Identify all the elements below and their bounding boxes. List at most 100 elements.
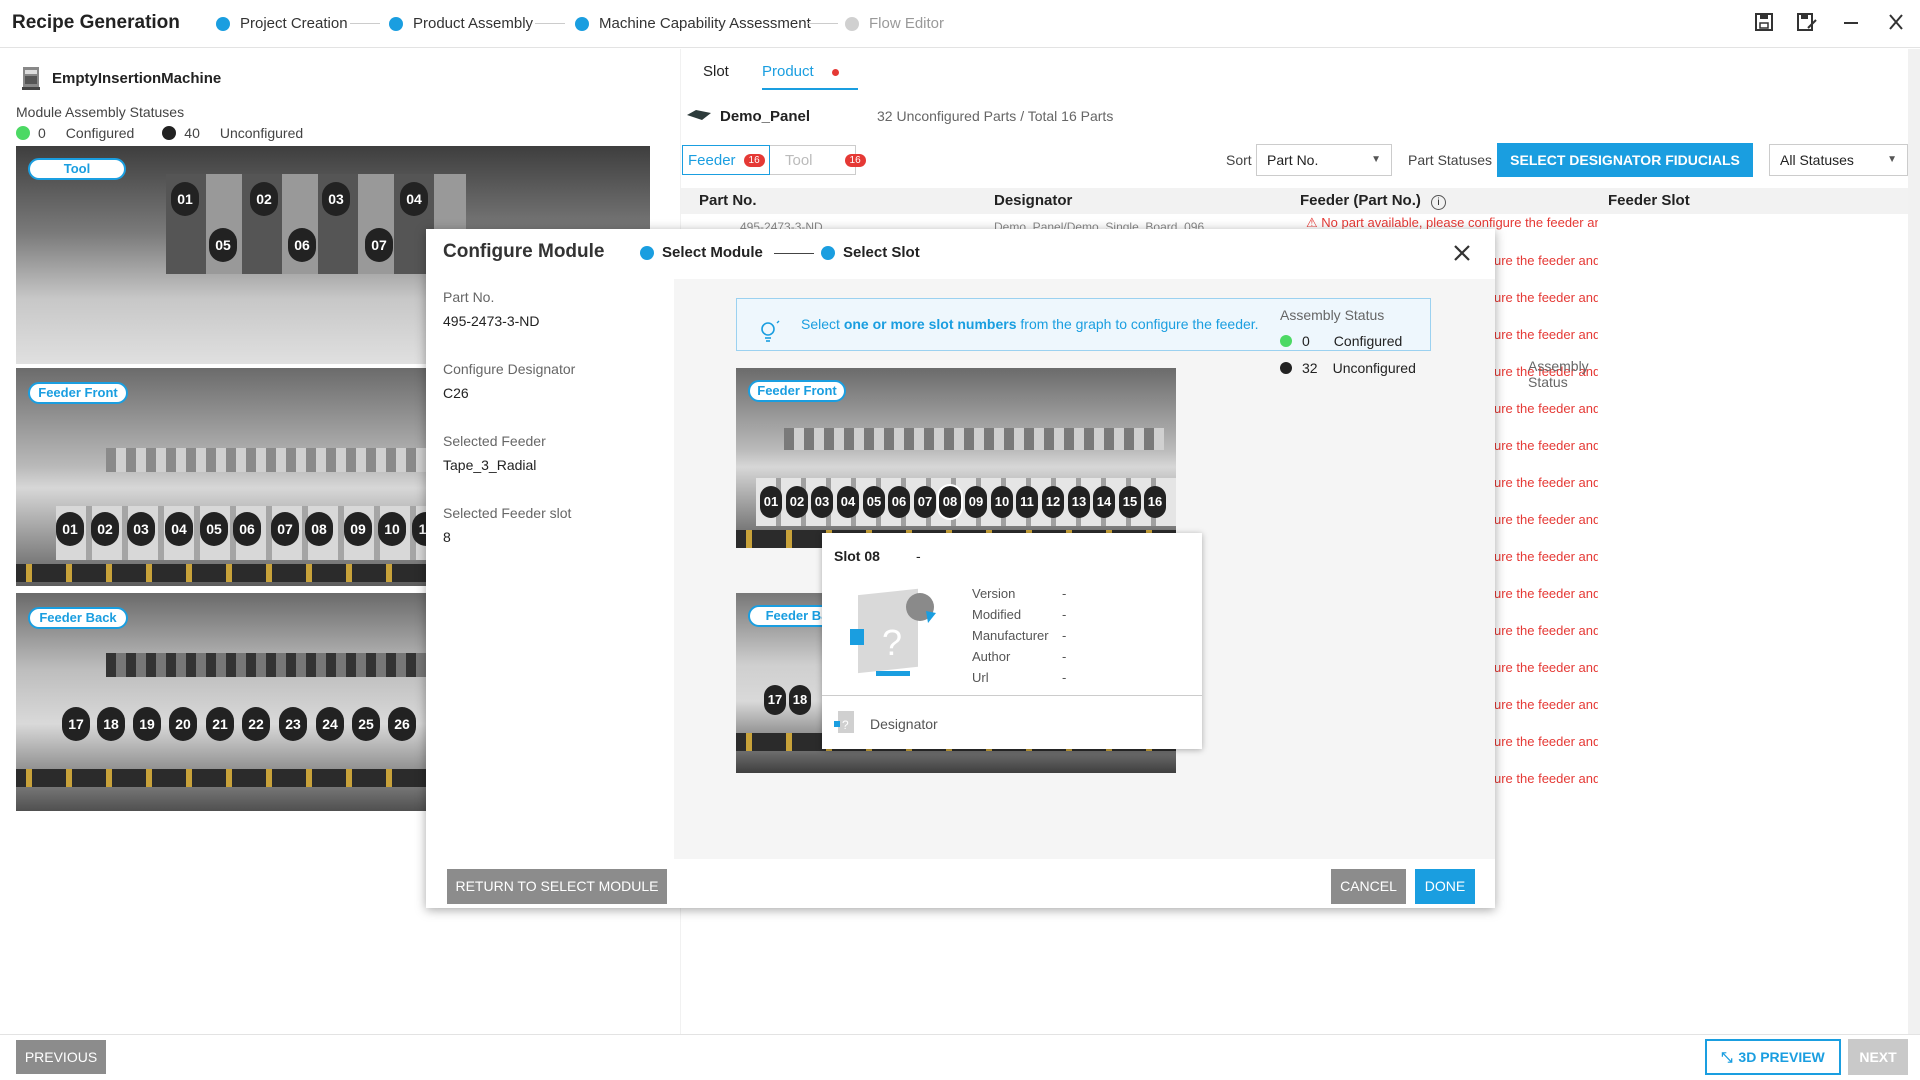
- dialog-front-slot-label[interactable]: 07: [914, 486, 936, 518]
- configured-dot-icon: [16, 126, 30, 140]
- tool-slot-label[interactable]: 06: [288, 228, 316, 262]
- dialog-front-slot-label[interactable]: 10: [991, 486, 1013, 518]
- front-slot-label[interactable]: 01: [56, 512, 84, 546]
- field-value: 495-2473-3-ND: [443, 313, 540, 329]
- save-icon[interactable]: [1752, 12, 1776, 36]
- dialog-front-slot-label[interactable]: 02: [786, 486, 808, 518]
- back-slot-label[interactable]: 26: [388, 707, 416, 741]
- dialog-title: Configure Module: [443, 241, 605, 262]
- return-to-select-module-button[interactable]: RETURN TO SELECT MODULE: [447, 869, 667, 904]
- tool-slot-label[interactable]: 05: [209, 228, 237, 262]
- configured-legend: 0 Configured: [1280, 333, 1402, 349]
- front-slot-label[interactable]: 03: [127, 512, 155, 546]
- dialog-front-slot-label[interactable]: 16: [1144, 486, 1166, 518]
- table-header: [681, 188, 1908, 214]
- dialog-front-slot-label[interactable]: 03: [811, 486, 833, 518]
- next-button[interactable]: NEXT: [1848, 1039, 1908, 1075]
- step-dot-icon: [389, 16, 403, 31]
- cancel-button[interactable]: CANCEL: [1331, 869, 1406, 904]
- tool-slot-label[interactable]: 04: [400, 182, 428, 216]
- front-slot-label[interactable]: 05: [200, 512, 228, 546]
- dialog-back-slot-label[interactable]: 18: [789, 685, 811, 715]
- dialog-feeder-front-image[interactable]: Feeder Front 01 02 03 04 05 06 07 08 09 10 11 12 13 1…: [736, 368, 1176, 548]
- subtab-feeder[interactable]: Feeder 16: [682, 145, 770, 175]
- front-slot-label[interactable]: 06: [233, 512, 261, 546]
- designator-icon: ?: [832, 709, 858, 737]
- front-slot-label[interactable]: 09: [344, 512, 372, 546]
- dialog-step-select-module[interactable]: Select Module: [640, 244, 763, 261]
- dialog-front-slot-label[interactable]: 09: [965, 486, 987, 518]
- dialog-front-slot-label[interactable]: 08: [937, 484, 963, 520]
- front-slot-label[interactable]: 02: [91, 512, 119, 546]
- dialog-front-slot-label[interactable]: 13: [1068, 486, 1090, 518]
- dialog-close-icon[interactable]: [1450, 241, 1474, 265]
- feeder-rail: [784, 428, 1164, 450]
- previous-button[interactable]: PREVIOUS: [16, 1040, 106, 1074]
- row-error: ure the feeder and: [1494, 327, 1598, 342]
- tool-slot-label[interactable]: 03: [322, 182, 350, 216]
- row-error: ure the feeder and: [1494, 401, 1598, 416]
- col-part-no[interactable]: Part No.: [699, 192, 757, 209]
- tool-badge: 16: [844, 153, 866, 167]
- assembly-status-label: Assembly Status: [1528, 358, 1589, 390]
- minimize-icon[interactable]: [1839, 12, 1863, 36]
- app-header: Recipe Generation Project Creation Produ…: [0, 0, 1920, 48]
- popup-slot-dash: -: [916, 548, 921, 564]
- tool-slot-label[interactable]: 01: [171, 182, 199, 216]
- dialog-step-select-slot[interactable]: Select Slot: [821, 244, 920, 261]
- back-slot-label[interactable]: 17: [62, 707, 90, 741]
- col-feeder-part[interactable]: Feeder (Part No.) i: [1300, 192, 1447, 210]
- subtab-tool[interactable]: Tool 16: [785, 145, 866, 175]
- tab-slot[interactable]: Slot: [703, 63, 729, 80]
- row-error: ure the feeder and: [1494, 438, 1598, 453]
- step-connector: [535, 23, 565, 24]
- tool-slot-label[interactable]: 02: [250, 182, 278, 216]
- tab-product[interactable]: Product: [762, 63, 858, 90]
- back-slot-label[interactable]: 24: [316, 707, 344, 741]
- 3d-preview-button[interactable]: ⤡ 3D PREVIEW: [1705, 1039, 1841, 1075]
- step-dot-icon: [821, 245, 835, 260]
- front-slot-label[interactable]: 04: [165, 512, 193, 546]
- back-slot-label[interactable]: 25: [352, 707, 380, 741]
- slot-info-popup: Slot 08 - ? Version - Modified - Manufactu…: [822, 533, 1202, 749]
- close-icon[interactable]: [1884, 12, 1908, 36]
- panel-name: Demo_Panel: [720, 108, 811, 125]
- select-fiducials-button[interactable]: SELECT DESIGNATOR FIDUCIALS: [1497, 143, 1753, 177]
- dialog-front-slot-label[interactable]: 14: [1093, 486, 1115, 518]
- done-button[interactable]: DONE: [1415, 869, 1475, 904]
- statuses-select[interactable]: All Statuses ▼: [1769, 144, 1908, 176]
- back-slot-label[interactable]: 21: [206, 707, 234, 741]
- step-product-assembly[interactable]: Product Assembly: [389, 15, 533, 32]
- tool-slot-label[interactable]: 07: [365, 228, 393, 262]
- machine-icon: [22, 66, 40, 90]
- back-slot-label[interactable]: 18: [97, 707, 125, 741]
- col-designator[interactable]: Designator: [994, 192, 1072, 209]
- front-slot-label[interactable]: 10: [378, 512, 406, 546]
- info-icon[interactable]: i: [1431, 195, 1447, 210]
- save-as-icon[interactable]: [1795, 12, 1819, 36]
- dialog-front-slot-label[interactable]: 01: [760, 486, 782, 518]
- dialog-feeder-front-tag: Feeder Front: [748, 380, 846, 402]
- back-slot-label[interactable]: 20: [169, 707, 197, 741]
- dialog-front-slot-label[interactable]: 06: [888, 486, 910, 518]
- collapse-arrows-icon: ⤡: [1721, 1048, 1733, 1065]
- back-slot-label[interactable]: 23: [279, 707, 307, 741]
- dialog-front-slot-label[interactable]: 11: [1016, 486, 1038, 518]
- dialog-back-slot-label[interactable]: 17: [764, 685, 786, 715]
- step-machine-capability[interactable]: Machine Capability Assessment: [575, 15, 811, 32]
- back-slot-label[interactable]: 22: [242, 707, 270, 741]
- front-slot-label[interactable]: 07: [271, 512, 299, 546]
- front-slot-label[interactable]: 08: [305, 512, 333, 546]
- unconfigured-dot-icon: [162, 126, 177, 140]
- dialog-front-slot-label[interactable]: 04: [837, 486, 859, 518]
- col-feeder-slot[interactable]: Feeder Slot: [1608, 192, 1690, 209]
- popup-designator-label: Designator: [870, 716, 938, 732]
- step-connector: [350, 23, 380, 24]
- step-project-creation[interactable]: Project Creation: [216, 15, 348, 32]
- step-flow-editor[interactable]: Flow Editor: [845, 15, 944, 32]
- sort-select[interactable]: Part No. ▼: [1256, 144, 1392, 176]
- back-slot-label[interactable]: 19: [133, 707, 161, 741]
- dialog-front-slot-label[interactable]: 12: [1042, 486, 1064, 518]
- dialog-front-slot-label[interactable]: 15: [1119, 486, 1141, 518]
- dialog-front-slot-label[interactable]: 05: [863, 486, 885, 518]
